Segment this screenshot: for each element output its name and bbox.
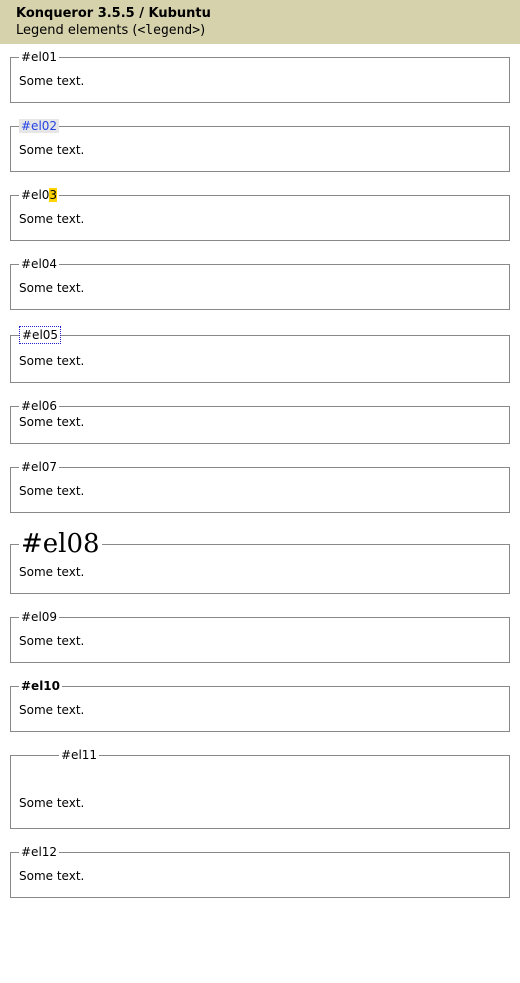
- fieldset-el06: #el06 Some text.: [10, 399, 510, 444]
- fieldset-el12: #el12 Some text.: [10, 845, 510, 898]
- legend-el12: #el12: [19, 845, 59, 859]
- body-text: Some text.: [19, 415, 501, 429]
- legend-el10: #el10: [19, 679, 62, 693]
- subtitle-suffix: ): [200, 23, 205, 38]
- legend-el03: #el03: [19, 188, 59, 202]
- body-text: Some text.: [19, 354, 501, 368]
- header-title: Konqueror 3.5.5 / Kubuntu: [16, 6, 510, 21]
- body-text: Some text.: [19, 869, 501, 883]
- fieldset-el01: #el01 Some text.: [10, 50, 510, 103]
- body-text: Some text.: [19, 484, 501, 498]
- fieldset-el11: #el11 Some text.: [10, 748, 510, 829]
- body-text: Some text.: [19, 796, 501, 810]
- header: Konqueror 3.5.5 / Kubuntu Legend element…: [0, 0, 520, 44]
- body-text: Some text.: [19, 634, 501, 648]
- body-text: Some text.: [19, 281, 501, 295]
- fieldset-el08: #el08 Some text.: [10, 529, 510, 594]
- legend-el08: #el08: [19, 529, 102, 559]
- body-text: Some text.: [19, 565, 501, 579]
- content: #el01 Some text. #el02 Some text. #el03 …: [0, 44, 520, 934]
- fieldset-el09: #el09 Some text.: [10, 610, 510, 663]
- subtitle-code: <legend>: [137, 23, 200, 38]
- legend-el09: #el09: [19, 610, 59, 624]
- fieldset-el05: #el05 Some text.: [10, 326, 510, 383]
- header-subtitle: Legend elements (<legend>): [16, 23, 510, 38]
- body-text: Some text.: [19, 703, 501, 717]
- legend-el02: #el02: [19, 119, 59, 133]
- legend-el04: #el04: [19, 257, 59, 271]
- fieldset-el03: #el03 Some text.: [10, 188, 510, 241]
- legend-el07: #el07: [19, 460, 59, 474]
- subtitle-prefix: Legend elements (: [16, 23, 137, 38]
- fieldset-el02: #el02 Some text.: [10, 119, 510, 172]
- legend-el06: #el06: [19, 399, 59, 413]
- legend-el03-main: #el0: [21, 188, 49, 202]
- body-text: Some text.: [19, 143, 501, 157]
- legend-el01: #el01: [19, 50, 59, 64]
- fieldset-el04: #el04 Some text.: [10, 257, 510, 310]
- legend-el03-highlight: 3: [49, 188, 57, 202]
- fieldset-el07: #el07 Some text.: [10, 460, 510, 513]
- body-text: Some text.: [19, 212, 501, 226]
- fieldset-el10: #el10 Some text.: [10, 679, 510, 732]
- body-text: Some text.: [19, 74, 501, 88]
- legend-el11: #el11: [59, 748, 99, 762]
- legend-el05: #el05: [19, 326, 61, 344]
